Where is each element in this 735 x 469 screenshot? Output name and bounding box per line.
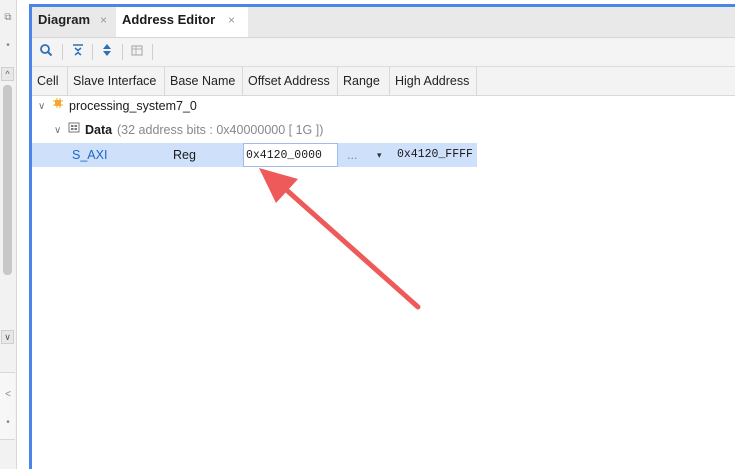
expand-caret-icon[interactable]: ∨ — [38, 95, 45, 118]
base-name-cell[interactable]: Reg — [173, 143, 196, 167]
col-range[interactable]: Range — [338, 67, 390, 95]
col-offset-address[interactable]: Offset Address — [243, 67, 338, 95]
high-address-cell: 0x4120_FFFF — [397, 148, 473, 161]
scrollbar-thumb[interactable] — [3, 85, 12, 275]
collapse-all-icon[interactable] — [69, 43, 87, 61]
table-header: Cell Slave Interface Base Name Offset Ad… — [32, 67, 735, 96]
chevron-left-icon[interactable]: < — [2, 389, 14, 401]
tab-label: Diagram — [38, 12, 91, 27]
table-row-s-axi[interactable]: S_AXI Reg 0x4120_0000 ... ▾ 0x4120_FFFF — [32, 143, 477, 167]
slave-interface-cell[interactable]: S_AXI — [72, 143, 107, 167]
data-label: Data — [85, 123, 113, 137]
address-editor-panel: Diagram × Address Editor × Cell Slave In… — [29, 4, 735, 469]
tree-row-processor[interactable]: ∨ processing_system7_0 — [32, 95, 477, 118]
processor-icon — [52, 95, 64, 118]
offset-address-input[interactable]: 0x4120_0000 — [243, 143, 338, 167]
expand-caret-icon[interactable]: ∨ — [54, 119, 61, 142]
toolbar-separator — [122, 44, 123, 60]
lower-panel-strip: < • — [0, 372, 15, 440]
tree-row-data[interactable]: ∨ Data (32 address bits : 0x40000000 [ 1… — [32, 119, 477, 142]
col-cell[interactable]: Cell — [32, 67, 68, 95]
close-icon[interactable]: × — [228, 7, 235, 33]
toolbar-separator — [152, 44, 153, 60]
range-value[interactable]: ... — [347, 143, 357, 167]
address-space-icon — [68, 119, 80, 142]
pin-icon-lower[interactable]: • — [2, 417, 14, 429]
restore-icon[interactable]: ⧉ — [2, 12, 14, 24]
tab-address-editor[interactable]: Address Editor × — [116, 7, 248, 37]
data-detail: (32 address bits : 0x40000000 [ 1G ]) — [117, 123, 324, 137]
toolbar-separator — [62, 44, 63, 60]
offset-address-value: 0x4120_0000 — [246, 149, 322, 162]
scroll-up-button[interactable]: ^ — [1, 67, 14, 81]
tab-bar: Diagram × Address Editor × — [32, 7, 735, 38]
tab-label: Address Editor — [122, 12, 216, 27]
toolbar-separator — [92, 44, 93, 60]
left-panel-strip: ⧉ • ^ ∨ < • — [0, 0, 17, 469]
col-high-address[interactable]: High Address — [390, 67, 477, 95]
close-icon[interactable]: × — [100, 7, 107, 33]
toolbar — [32, 38, 735, 67]
col-slave-interface[interactable]: Slave Interface — [68, 67, 165, 95]
processor-label: processing_system7_0 — [69, 99, 197, 113]
search-icon[interactable] — [37, 43, 55, 61]
tab-diagram[interactable]: Diagram × — [32, 7, 118, 37]
range-dropdown-icon[interactable]: ▾ — [377, 143, 382, 167]
pin-icon[interactable]: • — [2, 40, 14, 52]
col-base-name[interactable]: Base Name — [165, 67, 243, 95]
auto-assign-icon[interactable] — [128, 43, 146, 61]
expand-all-icon[interactable] — [98, 43, 116, 61]
scroll-down-button[interactable]: ∨ — [1, 330, 14, 344]
